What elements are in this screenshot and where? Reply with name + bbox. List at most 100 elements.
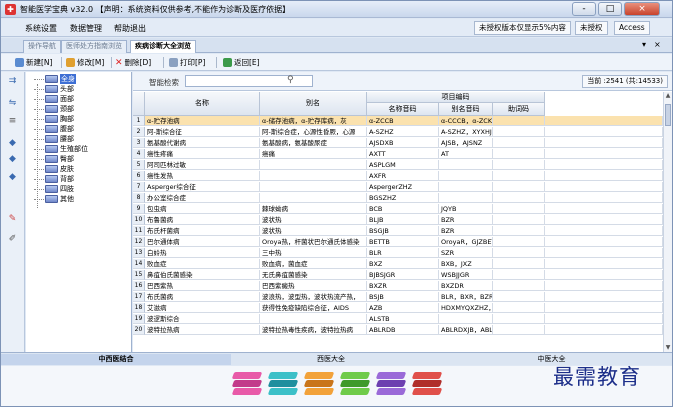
cell-alias: [260, 160, 367, 170]
new-button[interactable]: 新建[N]: [15, 57, 52, 68]
tab-navigation[interactable]: 操作导航: [23, 40, 61, 53]
tree-item-limbs[interactable]: 四肢: [34, 184, 74, 194]
book-icon-orange[interactable]: [303, 372, 335, 398]
cell-filler: [545, 270, 663, 280]
column-header-name[interactable]: 名称: [145, 92, 260, 116]
disease-table: 名称 别名 项目编码 名称音码 别名音码 助词码 1 α-贮存池病 α-储存池病，α…: [133, 92, 663, 352]
row-number: 6: [133, 171, 145, 181]
tree-item-skin[interactable]: 皮肤: [34, 164, 74, 174]
delete-button[interactable]: ✕ 删除[D]: [115, 57, 151, 68]
tree-move-icon[interactable]: ◆: [6, 172, 19, 183]
tab-disease-diagnosis[interactable]: 疾病诊断大全浏览: [130, 40, 196, 53]
tree-item-abdomen[interactable]: 腹部: [34, 124, 74, 134]
unlicensed-button[interactable]: 未授权: [575, 21, 608, 35]
book-icon-pink[interactable]: [231, 372, 263, 398]
column-header-name-code[interactable]: 名称音码: [367, 103, 439, 116]
cell-alias: 波状热: [260, 226, 367, 236]
settings-tool-icon[interactable]: ✐: [6, 234, 19, 245]
cell-name: 败血症: [145, 259, 260, 269]
tree-item-label: 全身: [60, 74, 76, 84]
record-count: 当前 :2541 (共:14533): [582, 75, 668, 88]
tree-item-buttocks[interactable]: 臀部: [34, 154, 74, 164]
menu-system-settings[interactable]: 系统设置: [25, 23, 57, 34]
folder-icon: [45, 85, 58, 93]
cell-name: 办公室综合症: [145, 193, 260, 203]
tree-connector: [34, 178, 44, 180]
print-button[interactable]: 打印[P]: [169, 57, 205, 68]
row-number: 3: [133, 138, 145, 148]
unlicensed-notice-button[interactable]: 未授权版本仅显示5%内容: [474, 21, 571, 35]
maximize-button[interactable]: □: [598, 2, 622, 16]
pin-icon[interactable]: ✎: [6, 214, 19, 225]
column-header-alias[interactable]: 别名: [260, 92, 367, 116]
folder-icon: [45, 195, 58, 203]
expand-tree-icon[interactable]: ⇉: [6, 76, 19, 87]
tree-connector: [34, 168, 44, 170]
edit-button[interactable]: 修改[M]: [66, 57, 104, 68]
category-tree: 全身 头部 面部 颈部 胸部 腹部 腰部 生殖部位 臀部 皮肤 背部 四肢 其他: [26, 72, 132, 352]
cell-name: 布鲁菌病: [145, 215, 260, 225]
menu-data-management[interactable]: 数据管理: [70, 23, 102, 34]
content-panel: 智能检索 ⚲ 当前 :2541 (共:14533) 名称 别名 项目编码 名称音…: [133, 72, 672, 352]
book-icon-purple[interactable]: [375, 372, 407, 398]
cell-filler: [545, 116, 663, 126]
cell-name: 波逻斯综合: [145, 314, 260, 324]
cell-name: α-贮存池病: [145, 116, 260, 126]
tree-item-chest[interactable]: 胸部: [34, 114, 74, 124]
cell-name-code: AXTT: [367, 149, 439, 159]
tree-item-head[interactable]: 头部: [34, 84, 74, 94]
search-icon[interactable]: ⚲: [287, 75, 294, 85]
scroll-up-icon[interactable]: ▲: [664, 92, 672, 100]
vertical-scrollbar[interactable]: ▲ ▼: [663, 92, 672, 352]
folder-icon: [45, 185, 58, 193]
book-icon-teal[interactable]: [267, 372, 299, 398]
tree-item-genitals[interactable]: 生殖部位: [34, 144, 88, 154]
tree-item-waist[interactable]: 腰部: [34, 134, 74, 144]
tab-integrated-medicine[interactable]: 中西医结合: [1, 354, 231, 365]
access-button[interactable]: Access: [614, 21, 650, 35]
cell-name-code: AXFR: [367, 171, 439, 181]
tree-item-neck[interactable]: 颈部: [34, 104, 74, 114]
delete-x-icon: ✕: [115, 57, 123, 68]
cell-name: 阿-斯综合征: [145, 127, 260, 137]
cell-name-code: AZB: [367, 303, 439, 313]
cell-filler: [545, 226, 663, 236]
printer-icon: [169, 58, 178, 67]
back-button[interactable]: 返回[E]: [223, 57, 260, 68]
cell-name-code: BETTB: [367, 237, 439, 247]
column-header-alias-code[interactable]: 别名音码: [439, 103, 493, 116]
tree-item-back[interactable]: 背部: [34, 174, 74, 184]
edit-button-label: 修改[M]: [77, 58, 105, 67]
scroll-down-icon[interactable]: ▼: [664, 344, 672, 352]
book-icon-red[interactable]: [411, 372, 443, 398]
list-view-icon[interactable]: ≡: [6, 116, 19, 127]
close-tab-icon[interactable]: ×: [654, 40, 661, 49]
menu-help-exit[interactable]: 帮助退出: [114, 23, 146, 34]
cell-alias: α-储存池病，α-贮存库病，灰: [260, 116, 367, 126]
scroll-thumb[interactable]: [665, 104, 671, 126]
collapse-tree-icon[interactable]: ⇋: [6, 98, 19, 109]
tree-item-face[interactable]: 面部: [34, 94, 74, 104]
tree-add-icon[interactable]: ◆: [6, 138, 19, 149]
minimize-button[interactable]: -: [572, 2, 596, 16]
row-number: 10: [133, 215, 145, 225]
tree-item-other[interactable]: 其他: [34, 194, 74, 204]
tab-prescription-guide[interactable]: 医师处方指南浏览: [61, 40, 127, 53]
tab-western-medicine[interactable]: 西医大全: [231, 354, 431, 365]
column-header-helper-code[interactable]: 助词码: [493, 103, 545, 116]
tree-item-whole-body[interactable]: 全身: [34, 74, 76, 84]
tab-list-chevron-icon[interactable]: ▾: [642, 40, 646, 49]
tree-item-label: 头部: [60, 85, 74, 93]
cell-name-code: BXZ: [367, 259, 439, 269]
column-group-header: 项目编码: [367, 92, 545, 103]
book-icon-green[interactable]: [339, 372, 371, 398]
cell-alias-code: BXZDR: [439, 281, 493, 291]
cell-helper-code: [493, 182, 545, 192]
tree-edit-icon[interactable]: ◆: [6, 154, 19, 165]
close-window-button[interactable]: ×: [624, 2, 660, 16]
cell-alias-code: BZR: [439, 215, 493, 225]
cell-name-code: BLJB: [367, 215, 439, 225]
cell-name-code: BSGJB: [367, 226, 439, 236]
cell-name-code: BSJB: [367, 292, 439, 302]
cell-alias: 波状热: [260, 215, 367, 225]
